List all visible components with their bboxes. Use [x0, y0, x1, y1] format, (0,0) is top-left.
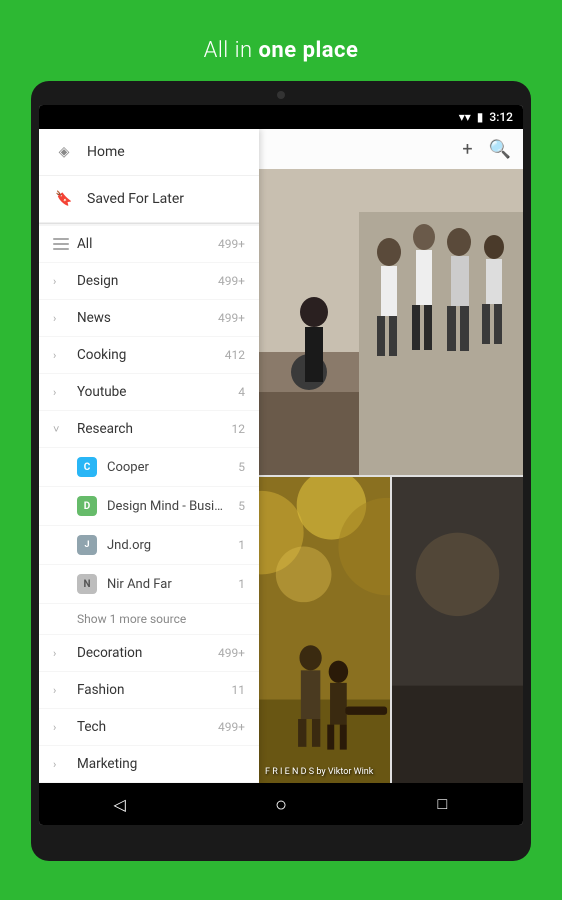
main-toolbar: + 🔍	[259, 129, 523, 169]
sidebar-row-design[interactable]: › Design 499+	[39, 263, 259, 300]
yellow-photo-svg	[259, 477, 390, 783]
sidebar-top-nav: ◈ Home 🔖 Saved For Later	[39, 129, 259, 224]
youtube-label: Youtube	[77, 384, 217, 400]
sidebar-row-decoration[interactable]: › Decoration 499+	[39, 635, 259, 672]
add-button[interactable]: +	[462, 139, 472, 160]
sidebar-item-home[interactable]: ◈ Home	[39, 129, 259, 176]
bw-photo-svg	[259, 169, 523, 475]
wifi-icon: ▾▾	[459, 110, 471, 124]
chevron-right-fashion: ›	[53, 684, 69, 697]
designmind-count: 5	[225, 499, 245, 513]
nir-label: Nir And Far	[107, 577, 225, 592]
research-label: Research	[77, 421, 217, 437]
search-button[interactable]: 🔍	[489, 139, 511, 160]
news-count: 499+	[217, 311, 245, 325]
main-content: + 🔍	[259, 129, 523, 783]
sidebar-row-tech[interactable]: › Tech 499+	[39, 709, 259, 746]
home-circle-icon: ○	[275, 792, 287, 817]
saved-label: Saved For Later	[87, 191, 184, 207]
sidebar-row-marketing[interactable]: › Marketing	[39, 746, 259, 783]
decoration-label: Decoration	[77, 645, 217, 661]
all-count: 499+	[217, 237, 245, 251]
research-count: 12	[217, 422, 245, 436]
sidebar-row-youtube[interactable]: › Youtube 4	[39, 374, 259, 411]
chevron-right-cooking: ›	[53, 349, 69, 362]
designmind-label: Design Mind - Business. Tec	[107, 499, 225, 514]
photo-yellow: F R I E N D S by Viktor Wink	[259, 477, 390, 783]
photo-dark-right	[392, 477, 523, 783]
cooper-label: Cooper	[107, 460, 225, 475]
sidebar-row-news[interactable]: › News 499+	[39, 300, 259, 337]
subitem-jnd[interactable]: J Jnd.org 1	[39, 526, 259, 565]
jnd-icon: J	[77, 535, 97, 555]
all-label: All	[77, 236, 217, 252]
back-icon: ◁	[114, 795, 126, 814]
chevron-right-decoration: ›	[53, 647, 69, 660]
bottom-nav: ◁ ○ □	[39, 783, 523, 825]
sidebar-row-fashion[interactable]: › Fashion 11	[39, 672, 259, 709]
hamburger-icon	[53, 238, 69, 250]
fashion-label: Fashion	[77, 682, 217, 698]
cooper-count: 5	[225, 460, 245, 474]
sidebar-section: All 499+ › Design 499+ › News 499+	[39, 226, 259, 783]
nir-count: 1	[225, 577, 245, 591]
photo-caption-text: F R I E N D S by Viktor Wink	[265, 767, 384, 777]
chevron-right-youtube: ›	[53, 386, 69, 399]
photo-bw-boys	[259, 169, 523, 475]
chevron-right-marketing: ›	[53, 758, 69, 771]
chevron-right-design: ›	[53, 275, 69, 288]
chevron-right-tech: ›	[53, 721, 69, 734]
nir-icon: N	[77, 574, 97, 594]
header-title: All in one place	[204, 38, 359, 63]
subitem-designmind[interactable]: D Design Mind - Business. Tec 5	[39, 487, 259, 526]
dark-photo-svg	[392, 477, 523, 783]
status-bar: ▾▾ ▮ 3:12	[39, 105, 523, 129]
screen-content: ◈ Home 🔖 Saved For Later	[39, 129, 523, 783]
tablet-camera	[277, 91, 285, 99]
recents-icon: □	[437, 794, 447, 814]
tech-count: 499+	[217, 720, 245, 734]
cooper-icon: C	[77, 457, 97, 477]
chevron-right-news: ›	[53, 312, 69, 325]
home-icon: ◈	[55, 143, 73, 161]
cooking-label: Cooking	[77, 347, 217, 363]
youtube-count: 4	[217, 385, 245, 399]
cooking-count: 412	[217, 348, 245, 362]
marketing-label: Marketing	[77, 756, 217, 772]
fashion-count: 11	[217, 683, 245, 697]
tablet-frame: ▾▾ ▮ 3:12 ◈ Home 🔖 Saved For Later	[31, 81, 531, 861]
home-label: Home	[87, 144, 125, 160]
subitem-cooper[interactable]: C Cooper 5	[39, 448, 259, 487]
news-label: News	[77, 310, 217, 326]
show-more-sources[interactable]: Show 1 more source	[39, 604, 259, 635]
photo-grid: F R I E N D S by Viktor Wink	[259, 169, 523, 783]
subitem-nir[interactable]: N Nir And Far 1	[39, 565, 259, 604]
bookmark-icon: 🔖	[55, 190, 73, 208]
tablet-screen: ▾▾ ▮ 3:12 ◈ Home 🔖 Saved For Later	[39, 105, 523, 825]
battery-icon: ▮	[477, 110, 484, 124]
jnd-count: 1	[225, 538, 245, 552]
back-button[interactable]: ◁	[100, 789, 140, 819]
design-count: 499+	[217, 274, 245, 288]
tech-label: Tech	[77, 719, 217, 735]
sidebar-row-research[interactable]: ˅ Research 12	[39, 411, 259, 448]
sidebar-item-saved[interactable]: 🔖 Saved For Later	[39, 176, 259, 223]
status-time: 3:12	[489, 110, 513, 124]
sidebar: ◈ Home 🔖 Saved For Later	[39, 129, 259, 783]
home-button[interactable]: ○	[261, 789, 301, 819]
decoration-count: 499+	[217, 646, 245, 660]
sidebar-row-cooking[interactable]: › Cooking 412	[39, 337, 259, 374]
jnd-label: Jnd.org	[107, 538, 225, 553]
design-label: Design	[77, 273, 217, 289]
recents-button[interactable]: □	[422, 789, 462, 819]
designmind-icon: D	[77, 496, 97, 516]
chevron-down-research: ˅	[53, 423, 69, 436]
sidebar-row-all[interactable]: All 499+	[39, 226, 259, 263]
